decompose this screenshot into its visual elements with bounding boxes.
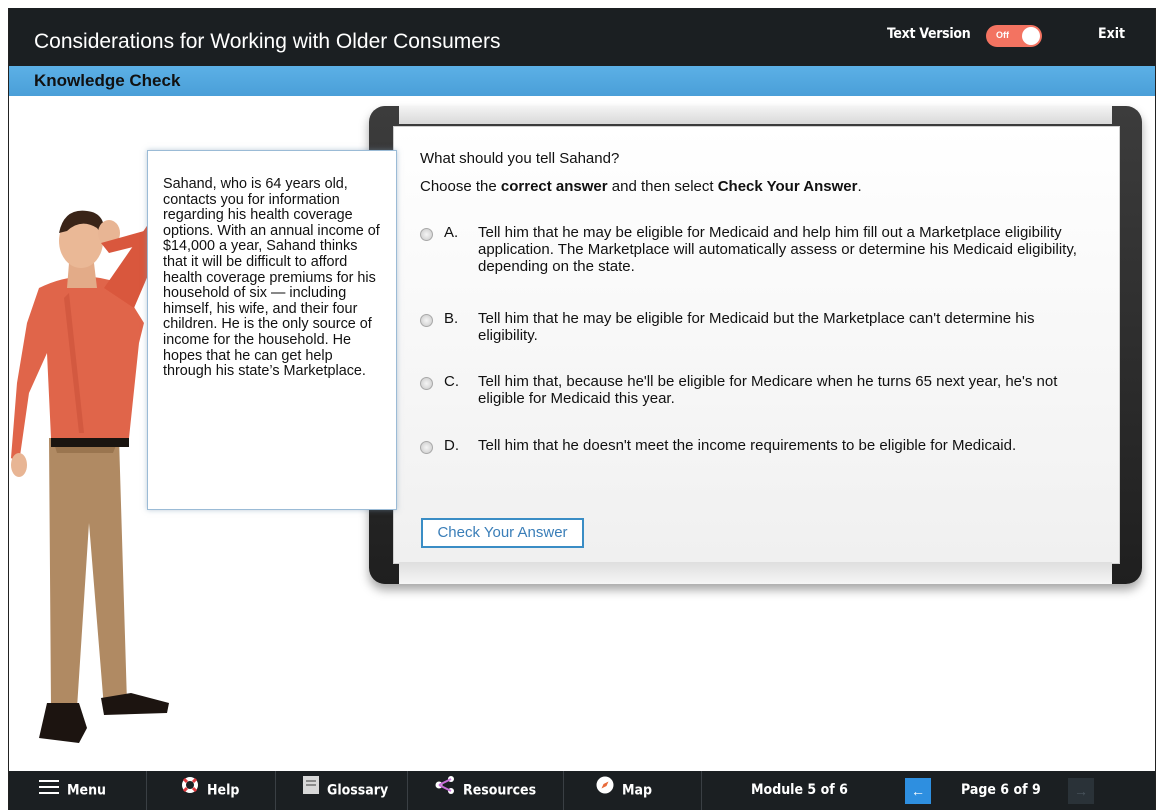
- instruction-emphasis: correct answer: [500, 178, 608, 195]
- option-text: Tell him that he may be eligible for Med…: [478, 310, 1035, 344]
- text-version-toggle[interactable]: Off: [986, 25, 1042, 47]
- map-button[interactable]: Map: [564, 771, 702, 810]
- course-player: Considerations for Working with Older Co…: [8, 8, 1156, 810]
- text-version-label: Text Version: [887, 26, 971, 42]
- radio-button[interactable]: [420, 314, 433, 327]
- scenario-box: Sahand, who is 64 years old, contacts yo…: [147, 150, 397, 510]
- question-text: What should you tell Sahand?: [420, 150, 620, 167]
- option-text: Tell him that, because he'll be eligible…: [478, 373, 1058, 407]
- page-indicator: Page 6 of 9: [961, 782, 1041, 798]
- next-page-button: →: [1068, 778, 1094, 804]
- resources-label: Resources: [463, 782, 537, 799]
- section-bar: Knowledge Check: [9, 66, 1155, 96]
- bottom-nav-bar: Menu Help Glossary Resources Map Module …: [9, 771, 1155, 810]
- map-label: Map: [622, 782, 653, 799]
- hamburger-icon: [39, 771, 59, 810]
- toggle-knob: [1022, 27, 1040, 45]
- whiteboard-frame: What should you tell Sahand? Choose the …: [369, 106, 1142, 584]
- radio-button[interactable]: [420, 377, 433, 390]
- check-answer-button[interactable]: Check Your Answer: [421, 518, 584, 548]
- course-title: Considerations for Working with Older Co…: [34, 30, 501, 53]
- help-button[interactable]: Help: [147, 771, 276, 810]
- arrow-left-icon: ←: [911, 783, 925, 799]
- instruction-part: .: [857, 178, 862, 195]
- option-text: Tell him that he may be eligible for Med…: [478, 224, 1077, 275]
- top-bar: Considerations for Working with Older Co…: [9, 8, 1155, 66]
- option-letter: A.: [444, 224, 459, 241]
- instruction-part: Choose the: [420, 178, 501, 195]
- menu-label: Menu: [67, 782, 107, 799]
- option-letter: B.: [444, 310, 459, 327]
- whiteboard-rail-top: [399, 106, 1112, 124]
- option-letter: D.: [444, 437, 459, 454]
- instruction-emphasis: Check Your Answer: [717, 178, 858, 195]
- option-text: Tell him that he doesn't meet the income…: [478, 437, 1017, 454]
- toggle-state-label: Off: [996, 30, 1009, 40]
- whiteboard: What should you tell Sahand? Choose the …: [393, 126, 1120, 564]
- share-icon: [435, 771, 455, 810]
- resources-button[interactable]: Resources: [408, 771, 564, 810]
- radio-button[interactable]: [420, 228, 433, 241]
- menu-button[interactable]: Menu: [9, 771, 147, 810]
- instruction-part: and then select: [607, 178, 718, 195]
- compass-icon: [596, 771, 614, 810]
- section-title: Knowledge Check: [34, 71, 181, 90]
- instruction-text: Choose the correct answer and then selec…: [420, 178, 862, 195]
- previous-page-button[interactable]: ←: [905, 778, 931, 804]
- scenario-text: Sahand, who is 64 years old, contacts yo…: [163, 176, 380, 380]
- option-letter: C.: [444, 373, 459, 390]
- exit-button[interactable]: Exit: [1098, 26, 1125, 42]
- whiteboard-rail-bottom: [399, 562, 1112, 584]
- glossary-label: Glossary: [327, 782, 389, 799]
- lifebuoy-icon: [181, 771, 199, 810]
- glossary-button[interactable]: Glossary: [276, 771, 408, 810]
- book-icon: [303, 771, 319, 810]
- module-indicator: Module 5 of 6: [751, 782, 848, 798]
- radio-button[interactable]: [420, 441, 433, 454]
- arrow-right-icon: →: [1074, 783, 1088, 799]
- help-label: Help: [207, 782, 240, 799]
